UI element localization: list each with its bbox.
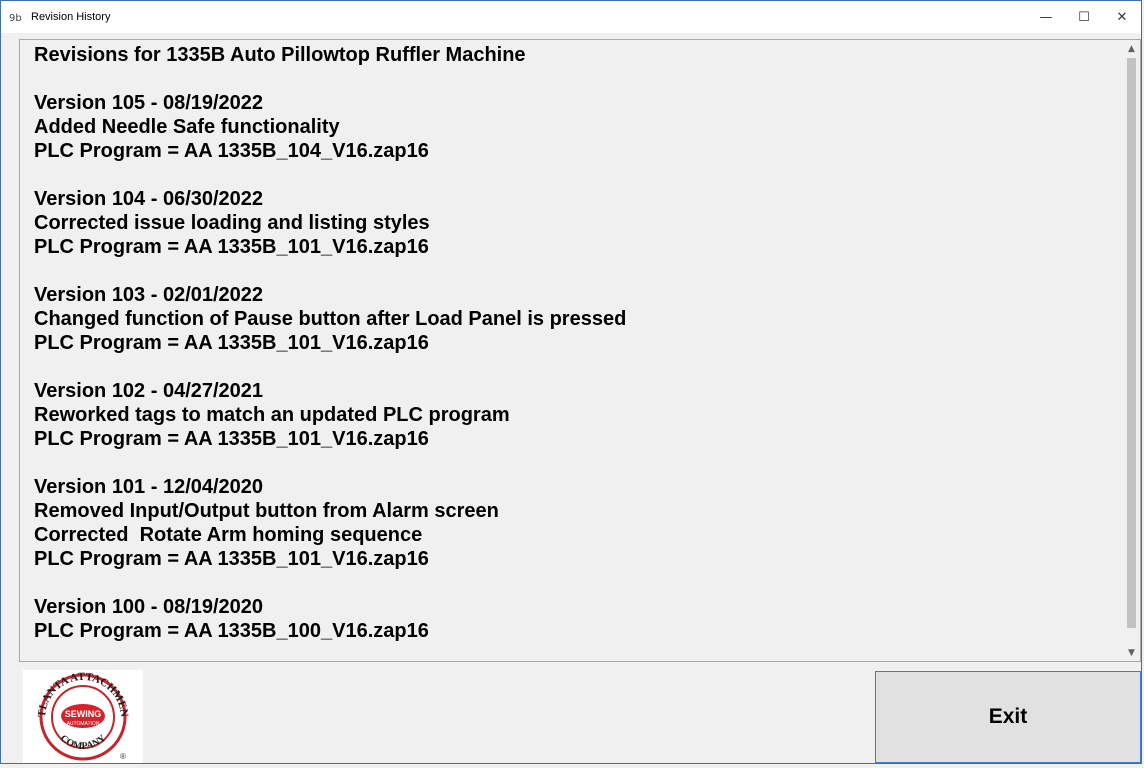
revision-version: Version 103 - 02/01/2022 — [34, 284, 264, 306]
revision-entry: Version 100 - 08/19/2020 PLC Program = A… — [34, 595, 1118, 643]
svg-text:9b: 9b — [9, 13, 22, 23]
revision-version: Version 102 - 04/27/2021 — [34, 380, 264, 402]
exit-button[interactable]: Exit — [875, 671, 1141, 763]
revision-plc-program: PLC Program = AA 1335B_101_V16.zap16 — [34, 428, 429, 450]
revision-description: Changed function of Pause button after L… — [34, 308, 627, 330]
revision-text: Revisions for 1335B Auto Pillowtop Ruffl… — [34, 43, 1118, 661]
maximize-button[interactable]: ☐ — [1065, 1, 1103, 33]
scroll-down-arrow-icon[interactable]: ▼ — [1123, 644, 1140, 661]
scroll-up-arrow-icon[interactable]: ▲ — [1123, 40, 1140, 57]
revision-entry: Version 101 - 12/04/2020 Removed Input/O… — [34, 475, 1118, 571]
revision-entry: Version 105 - 08/19/2022 Added Needle Sa… — [34, 91, 1118, 163]
revision-description: Removed Input/Output button from Alarm s… — [34, 500, 499, 522]
close-button[interactable]: ✕ — [1103, 1, 1141, 33]
revision-plc-program: PLC Program = AA 1335B_100_V16.zap16 — [34, 620, 429, 642]
revision-description: Added Needle Safe functionality — [34, 116, 340, 138]
vertical-scrollbar[interactable]: ▲ ▼ — [1123, 40, 1140, 661]
svg-text:AUTOMATION: AUTOMATION — [67, 721, 100, 727]
revision-description: Corrected Rotate Arm homing sequence — [34, 524, 423, 546]
revision-entry: Version 102 - 04/27/2021 Reworked tags t… — [34, 379, 1118, 451]
title-bar: 9b Revision History — ☐ ✕ — [1, 1, 1141, 33]
revision-plc-program: PLC Program = AA 1335B_101_V16.zap16 — [34, 332, 429, 354]
revision-version: Version 100 - 08/19/2020 — [34, 596, 264, 618]
revision-plc-program: PLC Program = AA 1335B_101_V16.zap16 — [34, 548, 429, 570]
svg-text:®: ® — [120, 752, 126, 761]
revision-version: Version 104 - 06/30/2022 — [34, 188, 264, 210]
company-logo: ATLANTA ATTACHMENT COMPANY SEWING AUTOMA… — [19, 661, 143, 763]
revision-version: Version 105 - 08/19/2022 — [34, 92, 264, 114]
revision-plc-program: PLC Program = AA 1335B_104_V16.zap16 — [34, 140, 429, 162]
revision-description: Reworked tags to match an updated PLC pr… — [34, 404, 510, 426]
minimize-button[interactable]: — — [1027, 1, 1065, 33]
revision-entry: Version 104 - 06/30/2022 Corrected issue… — [34, 187, 1118, 259]
revision-version: Version 101 - 12/04/2020 — [34, 476, 264, 498]
svg-text:SEWING: SEWING — [65, 709, 102, 719]
scroll-thumb[interactable] — [1127, 58, 1136, 628]
window-title: Revision History — [31, 11, 111, 23]
revision-text-box[interactable]: Revisions for 1335B Auto Pillowtop Ruffl… — [19, 39, 1141, 662]
revision-history-window: 9b Revision History — ☐ ✕ Revisions for … — [0, 0, 1142, 764]
revisions-heading: Revisions for 1335B Auto Pillowtop Ruffl… — [34, 44, 526, 66]
revision-entry: Version 103 - 02/01/2022 Changed functio… — [34, 283, 1118, 355]
revision-description: Corrected issue loading and listing styl… — [34, 212, 430, 234]
revision-plc-program: PLC Program = AA 1335B_101_V16.zap16 — [34, 236, 429, 258]
app-icon: 9b — [9, 10, 25, 24]
window-controls: — ☐ ✕ — [1027, 1, 1141, 33]
